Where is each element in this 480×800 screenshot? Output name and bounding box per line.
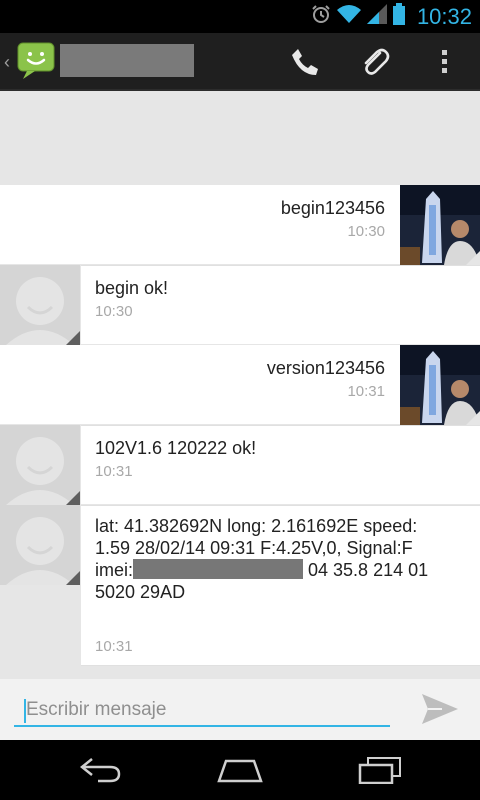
message-incoming[interactable]: 102V1.6 120222 ok! 10:31 <box>0 425 480 505</box>
messaging-app-icon[interactable] <box>17 41 55 79</box>
conversation-list[interactable]: begin123456 10:30 begin ok! 10:30 versio… <box>0 91 480 679</box>
message-text: 102V1.6 120222 ok! <box>95 438 257 458</box>
imei-label: imei: <box>95 560 134 580</box>
bubble-corner <box>66 491 80 505</box>
phone-icon[interactable] <box>285 42 325 82</box>
message-input[interactable]: Escribir mensaje <box>14 691 390 727</box>
wifi-icon <box>336 4 361 29</box>
message-time: 10:30 <box>347 223 385 240</box>
attach-icon[interactable] <box>355 42 395 82</box>
message-incoming[interactable]: lat: 41.382692N long: 2.161692E speed: 1… <box>0 505 480 666</box>
send-button[interactable] <box>418 689 462 729</box>
message-text: begin123456 <box>280 198 385 218</box>
message-time: 10:31 <box>95 638 133 655</box>
message-text: begin ok! <box>95 278 169 298</box>
message-line: imei: 04 35.8 214 01 <box>95 559 475 581</box>
compose-bar: Escribir mensaje <box>0 679 480 740</box>
contact-name-redacted[interactable] <box>60 44 194 77</box>
message-line: 5020 29AD <box>95 582 186 602</box>
recent-apps-icon[interactable] <box>350 750 410 790</box>
status-bar: 10:32 <box>0 0 480 33</box>
navigation-bar <box>0 740 480 800</box>
message-line-suffix: 04 35.8 214 01 <box>303 560 429 580</box>
signal-icon <box>366 4 387 29</box>
up-navigation-icon[interactable]: ‹ <box>4 52 10 73</box>
alarm-icon <box>311 4 331 29</box>
bubble-corner <box>466 411 480 425</box>
message-time: 10:31 <box>347 383 385 400</box>
overflow-menu-icon[interactable] <box>425 42 465 82</box>
bubble-corner <box>66 571 80 585</box>
message-outgoing[interactable]: version123456 10:31 <box>0 345 480 425</box>
home-icon[interactable] <box>210 750 270 790</box>
message-line: lat: 41.382692N long: 2.161692E speed: <box>95 516 418 536</box>
imei-redacted <box>133 559 304 579</box>
message-input-placeholder: Escribir mensaje <box>26 699 167 720</box>
send-icon <box>422 694 458 724</box>
battery-icon <box>392 3 405 30</box>
bubble-corner <box>66 331 80 345</box>
message-text: version123456 <box>266 358 385 378</box>
message-time: 10:31 <box>95 463 133 480</box>
message-incoming[interactable]: begin ok! 10:30 <box>0 265 480 345</box>
status-clock: 10:32 <box>416 3 472 29</box>
action-bar: ‹ <box>0 33 480 91</box>
message-outgoing[interactable]: begin123456 10:30 <box>0 185 480 265</box>
back-icon[interactable] <box>70 750 130 790</box>
message-time: 10:30 <box>95 303 133 320</box>
message-text: lat: 41.382692N long: 2.161692E speed: 1… <box>95 515 475 603</box>
message-line: 1.59 28/02/14 09:31 F:4.25V,0, Signal:F <box>95 538 413 558</box>
bubble-corner <box>466 251 480 265</box>
